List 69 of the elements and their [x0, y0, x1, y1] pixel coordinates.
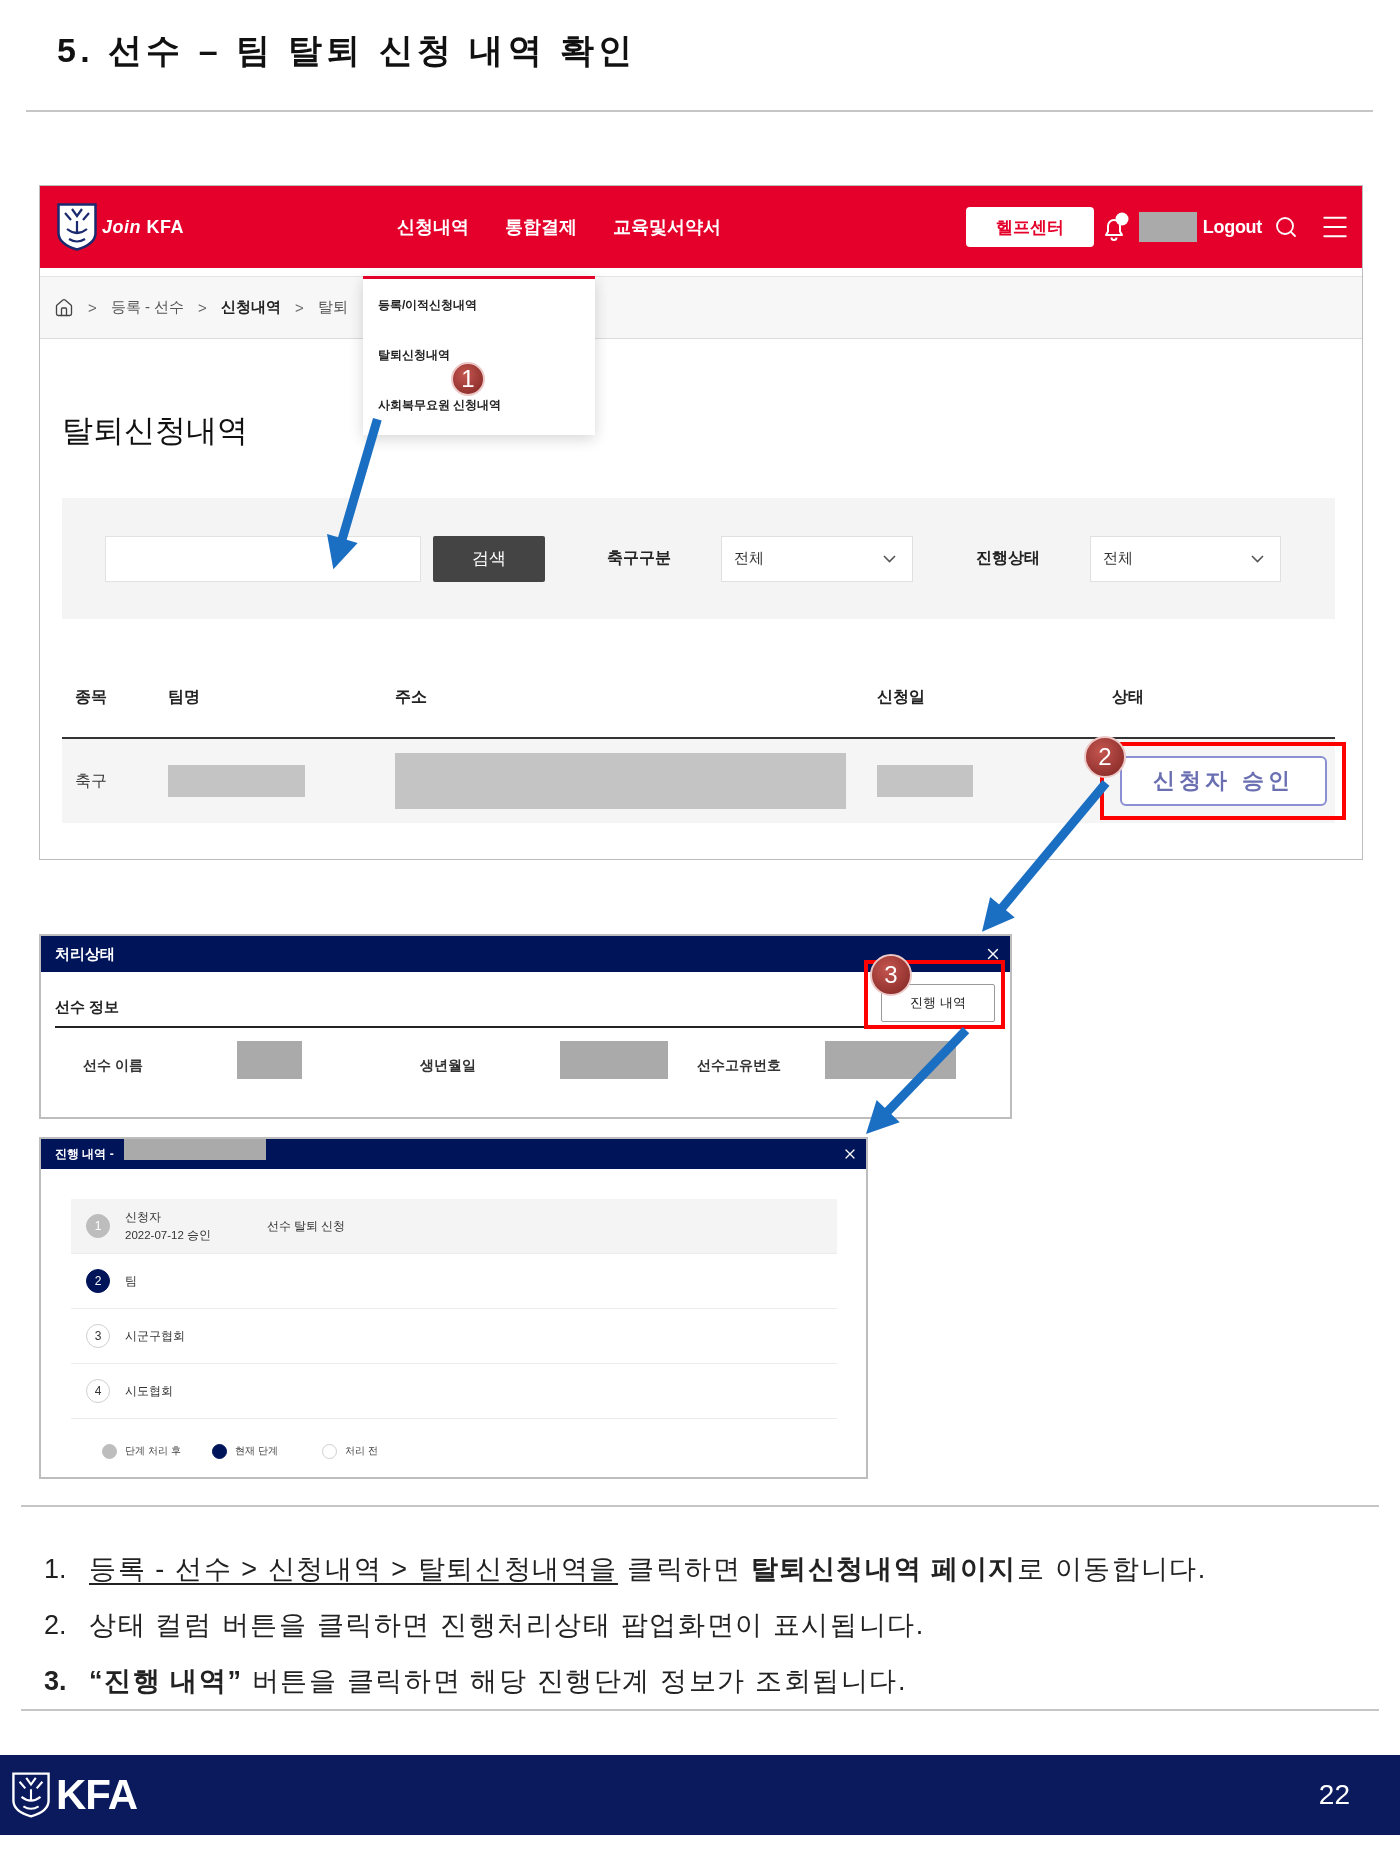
step-date: 2022-07-12 승인: [125, 1227, 212, 1243]
section-title: 선수 정보: [55, 997, 120, 1017]
step-number-badge: 4: [86, 1379, 110, 1403]
list-number: 2.: [44, 1609, 68, 1641]
status-button[interactable]: 신청자 승인: [1120, 756, 1327, 806]
step-number-badge: 3: [86, 1324, 110, 1348]
callout-number: 1: [451, 362, 485, 396]
legend-dot-icon: [212, 1443, 227, 1459]
step-number-badge: 1: [86, 1214, 110, 1238]
step-number-badge: 2: [86, 1269, 110, 1293]
shield-logo-icon: [57, 203, 97, 251]
list-number: 1.: [44, 1553, 68, 1585]
breadcrumb-link[interactable]: 등록 - 선수: [110, 298, 185, 317]
filter-label: 진행상태: [976, 548, 1040, 568]
step-name: 시도협회: [125, 1383, 173, 1399]
dropdown-item[interactable]: 탈퇴신청내역: [378, 347, 450, 363]
nav-link[interactable]: 교육및서약서: [613, 215, 721, 239]
instruction-text: 등록 - 선수 > 신청내역 > 탈퇴신청내역을 클릭하면 탈퇴신청내역 페이지로 이동합니다.: [89, 1553, 1207, 1586]
breadcrumb-link[interactable]: 신청내역: [220, 298, 281, 317]
step-name: 시군구협회: [125, 1328, 185, 1344]
legend-label: 현재 단계: [235, 1444, 278, 1458]
dropdown-item[interactable]: 등록/이적신청내역: [378, 297, 478, 313]
breadcrumb-separator: >: [294, 299, 304, 316]
nav-link[interactable]: 통합결제: [505, 215, 577, 239]
legend-label: 단계 처리 후: [125, 1444, 181, 1458]
list-number: 3.: [44, 1665, 68, 1697]
page-title: 탈퇴신청내역: [62, 412, 248, 450]
instruction-text: “진행 내역” 버튼을 클릭하면 해당 진행단계 정보가 조회됩니다.: [89, 1665, 907, 1698]
field-label: 생년월일: [420, 1057, 476, 1075]
search-input[interactable]: [105, 535, 421, 582]
history-button[interactable]: 진행 내역: [881, 984, 995, 1022]
step-note: 선수 탈퇴 신청: [267, 1218, 346, 1234]
page-number: 22: [1318, 1779, 1350, 1811]
help-center-button[interactable]: 헬프센터: [965, 207, 1094, 247]
step-name: 팀: [125, 1273, 137, 1289]
legend-dot-icon: [102, 1443, 117, 1459]
column-header: 팀명: [168, 687, 200, 707]
column-header: 종목: [75, 687, 107, 707]
column-header: 주소: [395, 687, 427, 707]
legend-dot-icon: [322, 1443, 337, 1459]
breadcrumb-link[interactable]: 탈퇴: [317, 298, 348, 317]
cell-text: 축구: [75, 770, 107, 791]
slide-title: 5. 선수 – 팀 탈퇴 신청 내역 확인: [57, 30, 637, 71]
popup-title: 처리상태: [55, 944, 115, 964]
dropdown-item[interactable]: 사회복무요원 신청내역: [378, 397, 502, 413]
search-icon[interactable]: [1274, 215, 1298, 239]
legend-label: 처리 전: [345, 1444, 378, 1458]
breadcrumb-separator: >: [88, 299, 97, 316]
column-header: 상태: [1112, 687, 1144, 707]
filter-label: 축구구분: [607, 548, 671, 568]
popup-title: 진행 내역 -: [55, 1146, 114, 1163]
select-field[interactable]: 전체: [1090, 535, 1281, 582]
logout-link[interactable]: Logout: [1202, 216, 1262, 238]
home-icon[interactable]: [54, 297, 74, 318]
breadcrumb-separator: >: [198, 299, 207, 316]
footer-logo-text: KFA: [56, 1771, 137, 1819]
site-wordmark[interactable]: Join KFA: [102, 216, 185, 238]
chevron-down-icon: [883, 554, 896, 563]
shield-logo-icon: [12, 1772, 50, 1818]
column-header: 신청일: [877, 687, 925, 707]
select-field[interactable]: 전체: [721, 535, 913, 582]
instruction-text: 상태 컬럼 버튼을 클릭하면 진행처리상태 팝업화면이 표시됩니다.: [89, 1609, 925, 1642]
search-button[interactable]: 검색: [433, 535, 545, 582]
chevron-down-icon: [1251, 554, 1264, 563]
field-label: 선수 이름: [83, 1057, 143, 1075]
nav-link[interactable]: 신청내역: [397, 215, 469, 239]
field-label: 선수고유번호: [697, 1057, 781, 1075]
callout-number: 2: [1084, 736, 1126, 778]
step-name: 신청자: [125, 1209, 161, 1225]
